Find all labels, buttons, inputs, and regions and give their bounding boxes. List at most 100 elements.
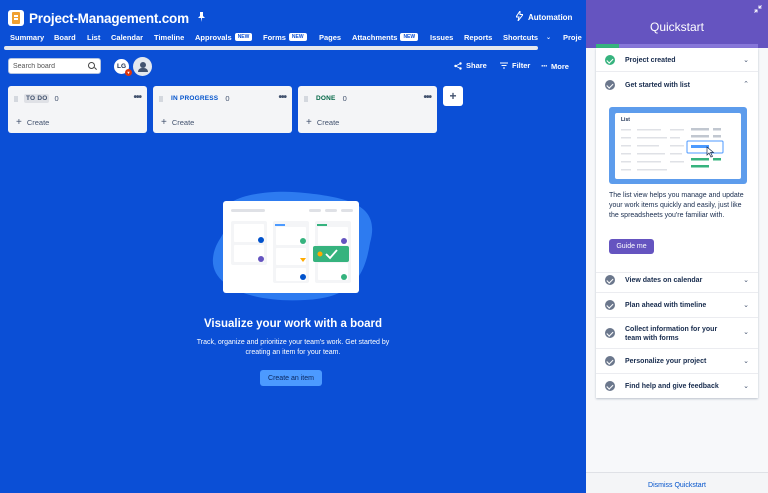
- collapse-icon[interactable]: [754, 5, 762, 15]
- add-people-button[interactable]: [133, 57, 152, 76]
- column-count: 0: [54, 94, 59, 103]
- new-badge: NEW: [400, 33, 419, 41]
- tab-shortcuts[interactable]: Shortcuts ⌄: [503, 30, 551, 44]
- column-more-icon[interactable]: •••: [423, 92, 431, 103]
- tab-overflow[interactable]: Proje: [563, 30, 582, 44]
- check-circle-icon: [605, 275, 615, 285]
- filter-button[interactable]: Filter: [500, 61, 530, 70]
- bolt-icon: [515, 9, 525, 24]
- tab-forms[interactable]: Forms NEW: [263, 30, 307, 44]
- column-name: IN PROGRESS: [171, 95, 219, 102]
- search-board-input[interactable]: [13, 62, 85, 70]
- tab-timeline[interactable]: Timeline: [154, 30, 184, 44]
- checklist-item-project-created[interactable]: Project created ⌄: [596, 48, 758, 72]
- check-circle-icon: [605, 381, 615, 391]
- column-in-progress: IN PROGRESS 0 ••• + Create: [153, 86, 292, 133]
- drag-handle-icon[interactable]: [14, 95, 18, 102]
- check-circle-icon: [605, 300, 615, 310]
- tab-board[interactable]: Board: [54, 30, 76, 44]
- tab-approvals[interactable]: Approvals NEW: [195, 30, 253, 44]
- checklist-item-view-dates-on-calendar[interactable]: View dates on calendar ⌄: [596, 268, 758, 293]
- chevron-down-icon: ⌄: [743, 329, 749, 336]
- checklist-description: The list view helps you manage and updat…: [609, 192, 744, 219]
- tab-calendar[interactable]: Calendar: [111, 30, 143, 44]
- tab-label: Board: [54, 32, 76, 42]
- avatar-initials: LG: [116, 63, 127, 70]
- tab-label: Attachments: [352, 32, 398, 42]
- more-label: More: [551, 61, 569, 71]
- column-done: DONE 0 ••• + Create: [298, 86, 437, 133]
- column-header: IN PROGRESS 0: [159, 94, 230, 103]
- checklist-item-plan-ahead-with-timeline[interactable]: Plan ahead with timeline ⌄: [596, 293, 758, 318]
- add-column-button[interactable]: +: [443, 86, 463, 106]
- person-add-icon: [137, 62, 148, 72]
- more-button[interactable]: ··· More: [541, 61, 569, 71]
- guide-me-button[interactable]: Guide me: [609, 239, 654, 254]
- project-tabs: Summary Board List Calendar Timeline App…: [0, 30, 586, 44]
- checklist-label: Plan ahead with timeline: [625, 302, 707, 309]
- check-circle-icon: [605, 356, 615, 366]
- create-an-item-button[interactable]: Create an item: [260, 370, 322, 386]
- checklist-label: Project created: [625, 57, 676, 64]
- checklist-label: Find help and give feedback: [625, 383, 719, 390]
- user-avatar[interactable]: LG ▼: [112, 57, 132, 76]
- new-badge: NEW: [234, 33, 253, 41]
- quickstart-footer: Dismiss Quickstart: [586, 472, 768, 493]
- create-item-button[interactable]: + Create: [161, 117, 194, 128]
- automation-label: Automation: [528, 13, 573, 22]
- plus-icon: +: [16, 117, 22, 128]
- chevron-down-icon: ⌄: [743, 383, 749, 390]
- column-count: 0: [342, 94, 347, 103]
- tab-reports[interactable]: Reports: [464, 30, 492, 44]
- chevron-up-icon: ⌃: [743, 81, 749, 88]
- drag-handle-icon[interactable]: [159, 95, 163, 102]
- tab-list[interactable]: List: [87, 30, 100, 44]
- dismiss-quickstart-link[interactable]: Dismiss Quickstart: [586, 482, 768, 489]
- tab-pages[interactable]: Pages: [319, 30, 341, 44]
- tab-label: Forms: [263, 32, 286, 42]
- project-icon: [8, 10, 24, 26]
- column-header: DONE 0: [304, 94, 347, 103]
- tab-issues[interactable]: Issues: [430, 30, 453, 44]
- create-label: Create: [316, 118, 340, 127]
- project-title: Project-Management.com: [29, 10, 189, 26]
- create-item-button[interactable]: + Create: [16, 117, 49, 128]
- search-icon: [88, 62, 95, 69]
- tab-label: Shortcuts: [503, 32, 539, 42]
- tab-attachments[interactable]: Attachments NEW: [352, 30, 419, 44]
- tab-label: Reports: [464, 32, 493, 42]
- plus-icon: +: [161, 117, 167, 128]
- create-label: Create: [26, 118, 50, 127]
- tab-label: Summary: [10, 32, 45, 42]
- quickstart-panel: Quickstart Project created ⌄ Get started…: [586, 0, 768, 493]
- checklist-item-get-started-with-list[interactable]: Get started with list ⌃ List The list vi…: [596, 72, 758, 273]
- tabs-scrollbar[interactable]: [4, 46, 538, 50]
- tab-label: Issues: [430, 32, 454, 42]
- filter-label: Filter: [512, 61, 531, 70]
- checklist-label: Get started with list: [625, 82, 690, 89]
- check-circle-icon: [605, 328, 615, 338]
- chevron-down-icon: ⌄: [546, 34, 552, 41]
- column-more-icon[interactable]: •••: [133, 92, 141, 103]
- checklist-item-personalize-your-project[interactable]: Personalize your project ⌄: [596, 349, 758, 374]
- list-illustration-frame: List: [615, 113, 741, 179]
- share-icon: [454, 61, 462, 70]
- board-area: Project-Management.com Automation Summar…: [0, 0, 586, 493]
- create-label: Create: [171, 118, 195, 127]
- create-item-button[interactable]: + Create: [306, 117, 339, 128]
- chevron-down-icon: ⌄: [743, 358, 749, 365]
- search-board-box: [8, 58, 101, 74]
- pin-icon[interactable]: [197, 11, 206, 25]
- drag-handle-icon[interactable]: [304, 95, 308, 102]
- tab-label: Approvals: [195, 32, 232, 42]
- automation-button[interactable]: Automation: [515, 9, 573, 24]
- column-more-icon[interactable]: •••: [278, 92, 286, 103]
- quickstart-title: Quickstart: [649, 20, 704, 34]
- checklist-item-collect-information-with-forms[interactable]: Collect information for your team with f…: [596, 318, 758, 349]
- tab-summary[interactable]: Summary: [10, 30, 44, 44]
- plus-icon: +: [306, 117, 312, 128]
- checklist-label: View dates on calendar: [625, 277, 703, 284]
- share-button[interactable]: Share: [454, 61, 487, 70]
- checklist-item-find-help-and-give-feedback[interactable]: Find help and give feedback ⌄: [596, 374, 758, 398]
- column-todo: TO DO 0 ••• + Create: [8, 86, 147, 133]
